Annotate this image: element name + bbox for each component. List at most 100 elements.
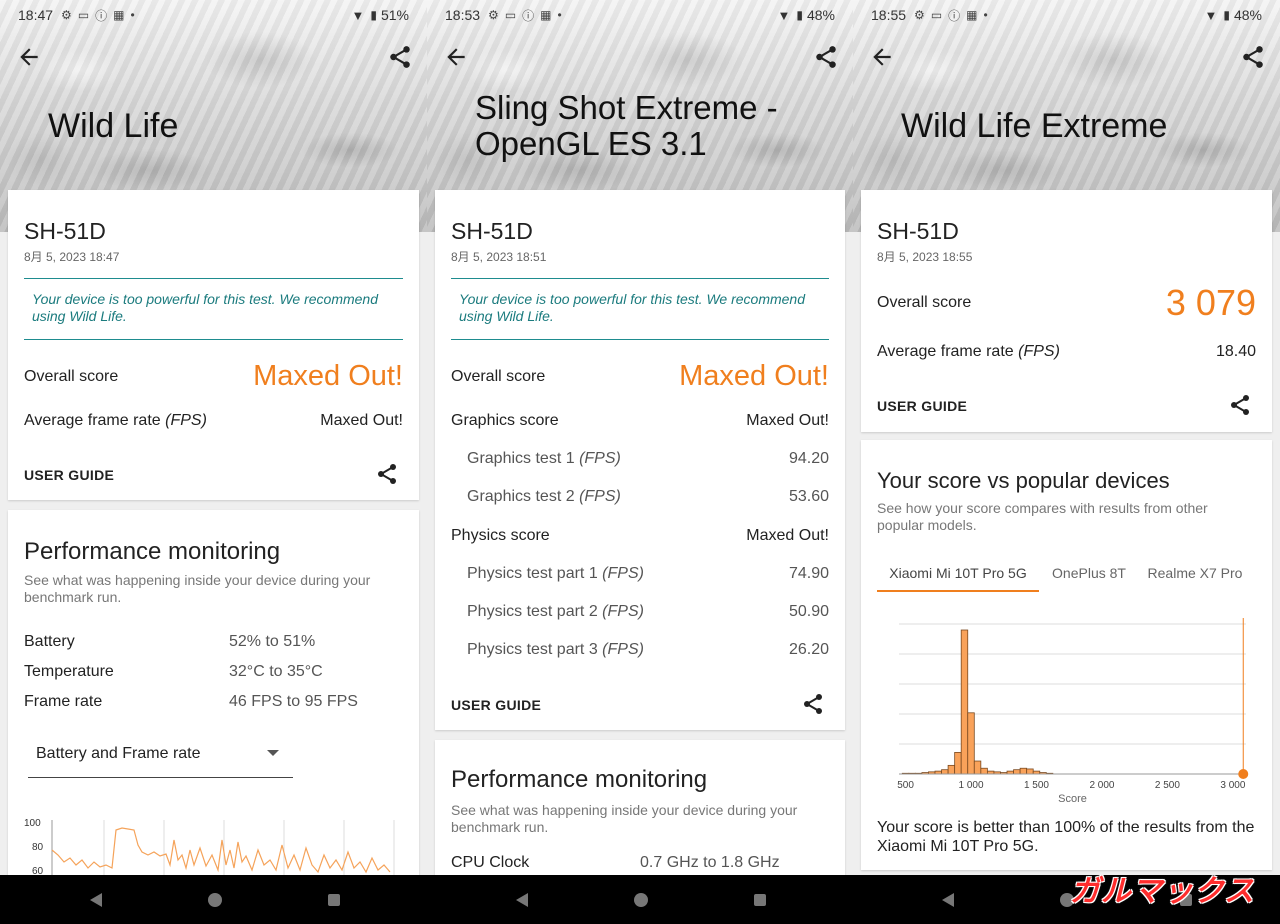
battery-icon: ▮ (796, 8, 803, 22)
fps-unit: (FPS) (602, 565, 644, 582)
sling-shot-extreme-result-screen: 18:53 ⚙ ▭ ⓘ ▦ • ▼ ▮ 48% Sling Shot Extre… (427, 0, 853, 875)
histogram-bar (980, 767, 988, 775)
performance-card: Performance monitoring See what was happ… (435, 740, 845, 875)
dot-status-icon: • (130, 8, 135, 22)
graphics-test-1-row: Graphics test 1 (FPS) 94.20 (467, 450, 829, 468)
physics-test-3-value: 26.20 (788, 641, 829, 658)
performance-title: Performance monitoring (24, 538, 281, 565)
x-tick-label: 1 500 (1024, 780, 1049, 791)
histogram-bar (947, 764, 956, 775)
info-status-icon: ⓘ (522, 8, 535, 23)
graphics-score-row: Graphics score Maxed Out! (451, 412, 829, 430)
tab-realme-x7-pro[interactable]: Realme X7 Pro (1145, 558, 1245, 592)
share-icon[interactable] (813, 44, 839, 70)
battery-icon: ▮ (370, 8, 377, 22)
grid-status-icon: ▦ (966, 8, 978, 22)
battery-percent: 48% (806, 7, 835, 23)
status-time: 18:53 (445, 7, 481, 23)
back-nav-icon[interactable] (88, 892, 104, 908)
card-status-icon: ▭ (504, 8, 517, 22)
physics-test-3-row: Physics test part 3 (FPS) 26.20 (467, 641, 829, 659)
notice-message: Your device is too powerful for this tes… (24, 278, 403, 340)
status-bar: 18:47 ⚙ ▭ ⓘ ▦ • ▼ ▮ 51% (0, 0, 427, 30)
battery-percent: 48% (1233, 7, 1262, 23)
fps-unit: (FPS) (602, 641, 644, 658)
grid-status-icon: ▦ (113, 8, 125, 22)
dot-status-icon: • (983, 8, 988, 22)
x-axis-label: Score (1058, 793, 1087, 805)
back-nav-icon[interactable] (514, 892, 530, 908)
share-icon[interactable] (1228, 393, 1252, 417)
dot-status-icon: • (557, 8, 562, 22)
x-tick-label: 3 000 (1220, 780, 1245, 791)
info-status-icon: ⓘ (95, 8, 108, 23)
recents-nav-icon[interactable] (752, 892, 768, 908)
score-card: SH-51D 8月 5, 2023 18:55 Overall score 3 … (861, 190, 1272, 432)
back-arrow-icon[interactable] (16, 44, 42, 70)
cpu-clock-label: CPU Clock (451, 854, 530, 871)
home-nav-icon[interactable] (207, 892, 223, 908)
device-tabs: Xiaomi Mi 10T Pro 5G OnePlus 8T Realme X… (877, 558, 1272, 592)
graphics-test-1-label: Graphics test 1 (467, 450, 575, 467)
back-arrow-icon[interactable] (869, 44, 895, 70)
wifi-icon: ▼ (1204, 7, 1218, 23)
test-date: 8月 5, 2023 18:47 (24, 250, 120, 264)
share-icon[interactable] (1240, 44, 1266, 70)
comparison-title: Your score vs popular devices (877, 468, 1170, 493)
graphics-score-value: Maxed Out! (746, 412, 829, 429)
share-icon[interactable] (375, 462, 399, 486)
physics-test-3-label: Physics test part 3 (467, 641, 598, 658)
battery-percent: 51% (380, 7, 409, 23)
overall-score-label: Overall score (451, 367, 546, 385)
share-icon[interactable] (387, 44, 413, 70)
home-nav-icon[interactable] (633, 892, 649, 908)
back-arrow-icon[interactable] (443, 44, 469, 70)
page-title: Wild Life (48, 107, 179, 145)
tab-oneplus-8t[interactable]: OnePlus 8T (1049, 558, 1129, 592)
overall-score-value: Maxed Out! (253, 360, 403, 392)
recents-nav-icon[interactable] (326, 892, 342, 908)
overall-score-value: Maxed Out! (679, 360, 829, 392)
performance-card: Performance monitoring See what was happ… (8, 510, 419, 875)
wifi-icon: ▼ (777, 7, 791, 23)
x-tick-label: 2 500 (1155, 780, 1180, 791)
fps-unit: (FPS) (579, 450, 621, 467)
physics-score-label: Physics score (451, 527, 550, 544)
histogram-bar (967, 712, 975, 775)
physics-test-2-value: 50.90 (788, 603, 829, 620)
frame-rate-label: Frame rate (24, 693, 103, 710)
page-title-line1: Sling Shot Extreme - (475, 89, 778, 126)
histogram-bar (1013, 769, 1021, 775)
overall-score-label: Overall score (877, 294, 972, 311)
physics-test-1-row: Physics test part 1 (FPS) 74.90 (467, 565, 829, 583)
device-name: SH-51D (877, 218, 959, 244)
histogram-bar (1019, 767, 1028, 775)
tab-xiaomi-mi-10t-pro-5g[interactable]: Xiaomi Mi 10T Pro 5G (877, 558, 1039, 592)
avg-fps-value: Maxed Out! (320, 412, 403, 429)
back-nav-icon[interactable] (940, 892, 956, 908)
graphics-test-2-value: 53.60 (788, 488, 829, 505)
score-card: SH-51D 8月 5, 2023 18:51 Your device is t… (435, 190, 845, 730)
avg-fps-value: 18.40 (1215, 343, 1256, 360)
share-icon[interactable] (801, 692, 825, 716)
user-guide-link[interactable]: USER GUIDE (451, 697, 541, 713)
frame-rate-line (51, 827, 391, 874)
settings-status-icon: ⚙ (61, 8, 72, 22)
wild-life-result-screen: 18:47 ⚙ ▭ ⓘ ▦ • ▼ ▮ 51% Wild Life SH-51D… (0, 0, 427, 875)
performance-title: Performance monitoring (451, 766, 708, 793)
avg-fps-label: Average frame rate (24, 412, 161, 429)
battery-value: 52% to 51% (229, 633, 316, 650)
x-tick-label: 1 000 (959, 780, 984, 791)
comparison-card: Your score vs popular devices See how yo… (861, 440, 1272, 870)
card-status-icon: ▭ (77, 8, 90, 22)
comparison-description: See how your score compares with results… (877, 500, 1208, 533)
physics-test-1-label: Physics test part 1 (467, 565, 598, 582)
histogram-bar (1026, 768, 1034, 775)
histogram-bar (941, 769, 949, 775)
site-watermark-logo: ガルマックス (1069, 875, 1255, 908)
x-tick-label: 500 (897, 780, 914, 791)
user-guide-link[interactable]: USER GUIDE (877, 398, 967, 414)
physics-score-value: Maxed Out! (746, 527, 829, 544)
chart-metric-dropdown[interactable]: Battery and Frame rate (28, 742, 293, 778)
user-guide-link[interactable]: USER GUIDE (24, 467, 114, 483)
